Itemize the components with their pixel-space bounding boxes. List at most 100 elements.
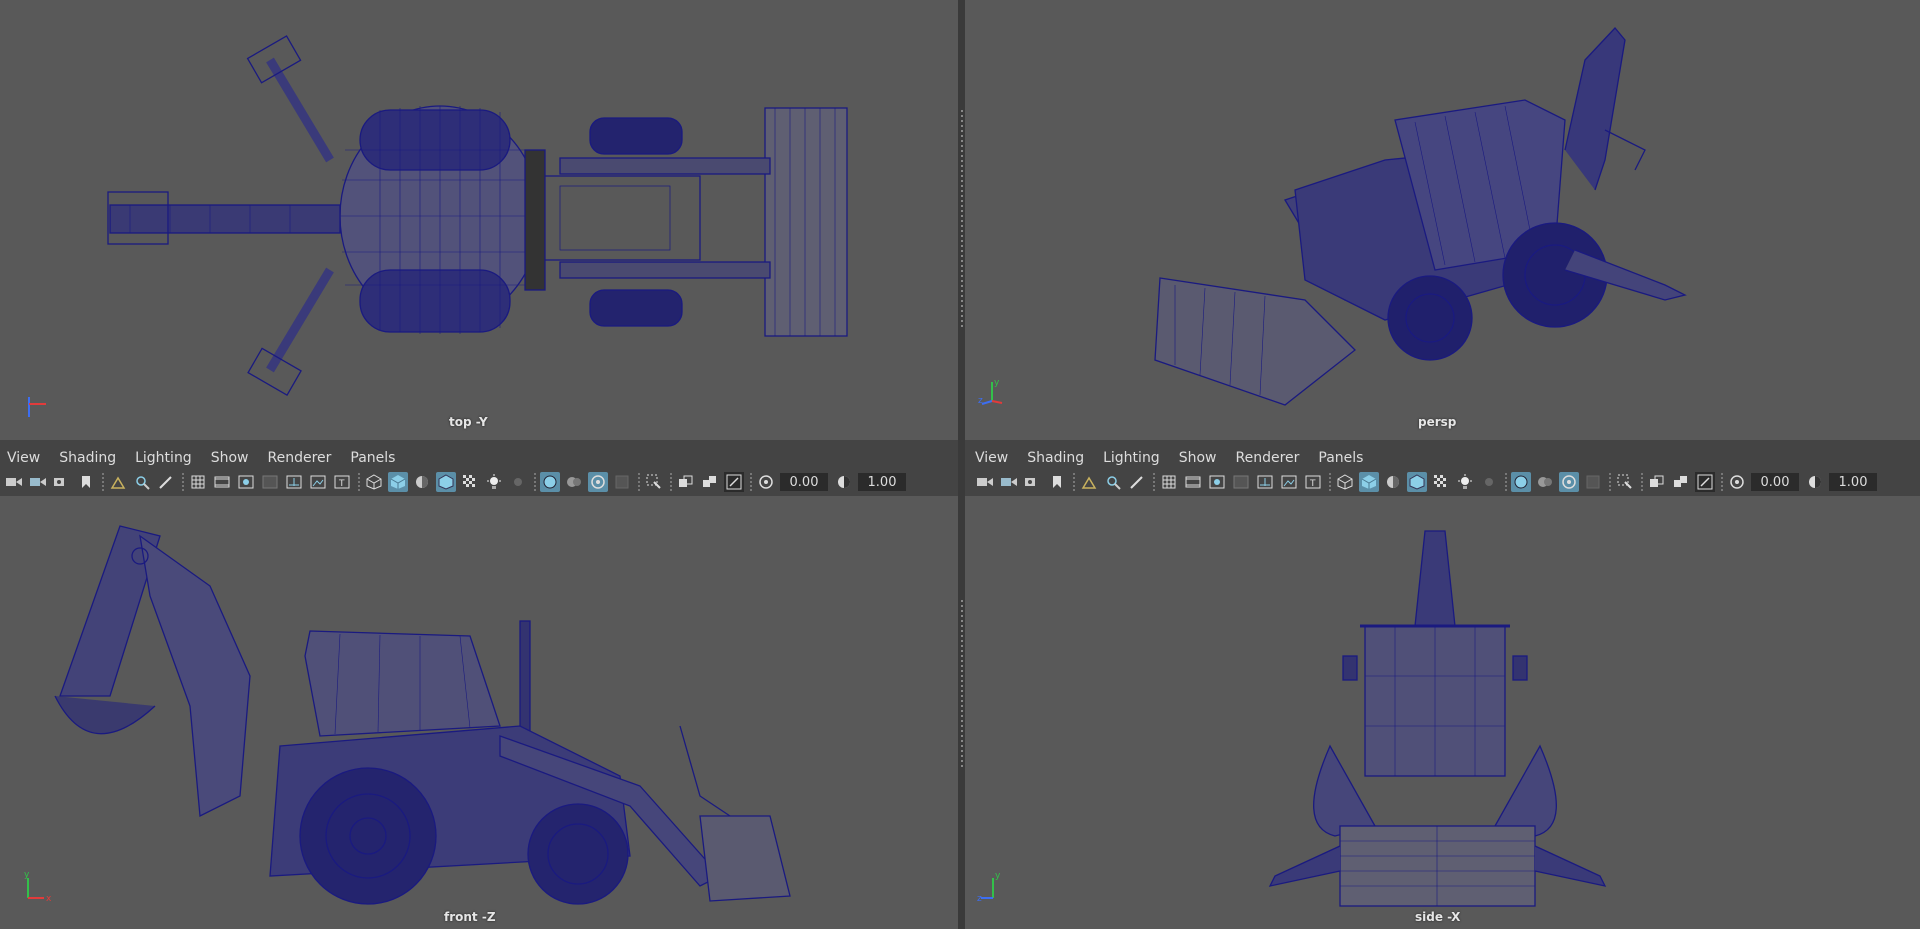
svg-text:y: y	[994, 378, 1000, 388]
xray-joints-icon[interactable]	[588, 472, 608, 492]
bookmark-icon[interactable]	[1023, 472, 1043, 492]
menu-lighting[interactable]: Lighting	[135, 450, 192, 466]
camera-attributes-icon[interactable]	[28, 472, 48, 492]
screen-space-ao-icon[interactable]	[1647, 472, 1667, 492]
menu-view[interactable]: View	[7, 450, 40, 466]
backhoe-wireframe-front	[54, 525, 791, 905]
2d-pan-zoom-icon[interactable]	[1079, 472, 1099, 492]
viewport-divider[interactable]	[958, 440, 965, 496]
xray-icon[interactable]	[1511, 472, 1531, 492]
resolution-gate-icon[interactable]	[1207, 472, 1227, 492]
motion-blur-icon[interactable]	[1671, 472, 1691, 492]
viewport-top[interactable]: top -Y	[0, 0, 958, 440]
gamma-field[interactable]	[858, 473, 906, 491]
menu-lighting[interactable]: Lighting	[1103, 450, 1160, 466]
use-all-lights-icon[interactable]	[484, 472, 504, 492]
axis-gizmo-front: y x	[24, 870, 52, 904]
menu-shading[interactable]: Shading	[1027, 450, 1084, 466]
isolate-select-icon[interactable]	[644, 472, 664, 492]
backface-culling-icon[interactable]	[612, 472, 632, 492]
backhoe-wireframe-side	[1268, 530, 1607, 907]
field-chart-icon[interactable]	[1255, 472, 1275, 492]
smooth-shade-icon[interactable]	[388, 472, 408, 492]
axis-gizmo-top	[28, 397, 46, 417]
svg-text:T: T	[338, 479, 345, 489]
splitter-grip[interactable]	[961, 110, 963, 330]
menu-view[interactable]: View	[975, 450, 1008, 466]
gate-mask-icon[interactable]	[1231, 472, 1251, 492]
camera-icon[interactable]	[4, 472, 24, 492]
camera-icon[interactable]	[975, 472, 995, 492]
panel-bar-left: View Shading Lighting Show Renderer Pane…	[0, 440, 958, 496]
gamma-field[interactable]	[1829, 473, 1877, 491]
shadows-icon[interactable]	[508, 472, 528, 492]
exposure-field[interactable]	[1751, 473, 1799, 491]
gamma-icon[interactable]	[1805, 472, 1825, 492]
default-material-icon[interactable]	[412, 472, 432, 492]
safe-title-icon[interactable]: T	[1303, 472, 1323, 492]
svg-text:z: z	[977, 894, 982, 904]
camera-attributes-icon[interactable]	[999, 472, 1019, 492]
safe-action-icon[interactable]	[308, 472, 328, 492]
xray-joints-icon[interactable]	[1559, 472, 1579, 492]
panel-menu-bar: View Shading Lighting Show Renderer Pane…	[975, 446, 1382, 470]
menu-panels[interactable]: Panels	[350, 450, 395, 466]
panel-menu-bar: View Shading Lighting Show Renderer Pane…	[7, 446, 414, 470]
menu-show[interactable]: Show	[211, 450, 249, 466]
xray-active-components-icon[interactable]	[1535, 472, 1555, 492]
textured-icon[interactable]	[1431, 472, 1451, 492]
viewport-front[interactable]: y x front -Z	[0, 496, 958, 929]
viewport-side[interactable]: y z side -X	[965, 496, 1920, 929]
xray-icon[interactable]	[540, 472, 560, 492]
isolate-select-icon[interactable]	[1615, 472, 1635, 492]
shadows-icon[interactable]	[1479, 472, 1499, 492]
field-chart-icon[interactable]	[284, 472, 304, 492]
grease-pencil-icon[interactable]	[132, 472, 152, 492]
menu-panels[interactable]: Panels	[1318, 450, 1363, 466]
default-material-icon[interactable]	[1383, 472, 1403, 492]
panel-toolbar: T	[975, 470, 1883, 494]
bookmark-icon[interactable]	[52, 472, 72, 492]
wireframe-icon[interactable]	[364, 472, 384, 492]
image-plane-icon[interactable]	[76, 472, 96, 492]
menu-renderer[interactable]: Renderer	[267, 450, 331, 466]
motion-blur-icon[interactable]	[700, 472, 720, 492]
film-gate-icon[interactable]	[212, 472, 232, 492]
wireframe-icon[interactable]	[1335, 472, 1355, 492]
safe-title-icon[interactable]: T	[332, 472, 352, 492]
grid-icon[interactable]	[188, 472, 208, 492]
textured-icon[interactable]	[460, 472, 480, 492]
wireframe-on-shaded-icon[interactable]	[1407, 472, 1427, 492]
image-plane-icon[interactable]	[1047, 472, 1067, 492]
smooth-shade-icon[interactable]	[1359, 472, 1379, 492]
pencil-icon[interactable]	[1127, 472, 1147, 492]
2d-pan-zoom-icon[interactable]	[108, 472, 128, 492]
viewport-persp[interactable]: y z persp	[965, 0, 1920, 440]
anti-aliasing-icon[interactable]	[1695, 472, 1715, 492]
resolution-gate-icon[interactable]	[236, 472, 256, 492]
viewport-label: top -Y	[449, 415, 488, 429]
menu-shading[interactable]: Shading	[59, 450, 116, 466]
pencil-icon[interactable]	[156, 472, 176, 492]
xray-active-components-icon[interactable]	[564, 472, 584, 492]
gamma-icon[interactable]	[834, 472, 854, 492]
film-gate-icon[interactable]	[1183, 472, 1203, 492]
anti-aliasing-icon[interactable]	[724, 472, 744, 492]
exposure-icon[interactable]	[1727, 472, 1747, 492]
viewport-label: front -Z	[444, 910, 496, 924]
grid-icon[interactable]	[1159, 472, 1179, 492]
splitter-grip[interactable]	[961, 600, 963, 770]
exposure-field[interactable]	[780, 473, 828, 491]
menu-show[interactable]: Show	[1179, 450, 1217, 466]
use-all-lights-icon[interactable]	[1455, 472, 1475, 492]
screen-space-ao-icon[interactable]	[676, 472, 696, 492]
svg-text:y: y	[995, 871, 1001, 881]
menu-renderer[interactable]: Renderer	[1235, 450, 1299, 466]
backface-culling-icon[interactable]	[1583, 472, 1603, 492]
grease-pencil-icon[interactable]	[1103, 472, 1123, 492]
gate-mask-icon[interactable]	[260, 472, 280, 492]
exposure-icon[interactable]	[756, 472, 776, 492]
axis-gizmo-side: y z	[977, 871, 1001, 904]
wireframe-on-shaded-icon[interactable]	[436, 472, 456, 492]
safe-action-icon[interactable]	[1279, 472, 1299, 492]
